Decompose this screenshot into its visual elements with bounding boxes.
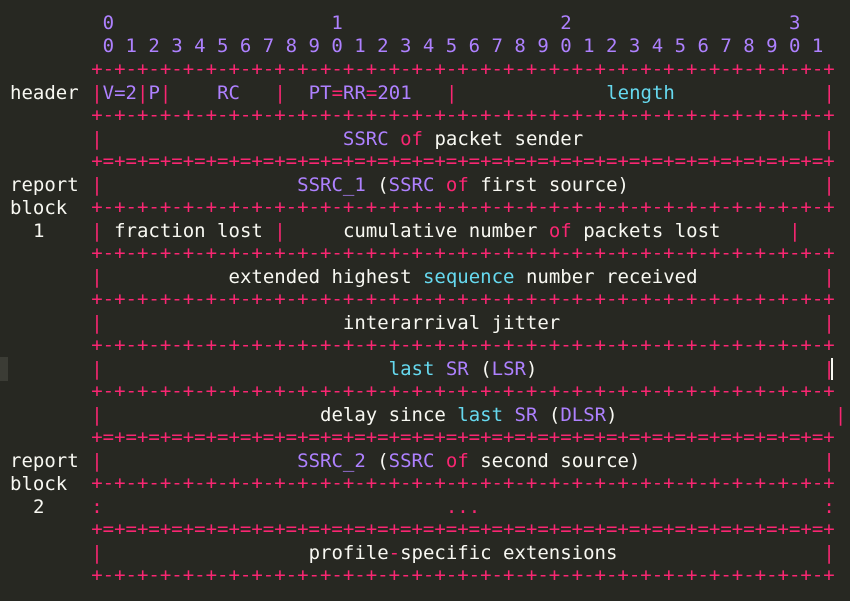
keyword-of: of: [445, 450, 469, 472]
bit-ruler-tens: 0 1 2 3: [34, 12, 801, 34]
field-interarrival-jitter: interarrival jitter: [342, 312, 561, 334]
row-extended-highest: | extended highest sequence number recei…: [91, 266, 835, 288]
field-extended-a: extended highest: [228, 266, 412, 288]
field-pt-value: 201: [377, 82, 412, 104]
field-second-source: second source): [480, 450, 641, 472]
field-length: length: [606, 82, 675, 104]
field-extended-b: number received: [525, 266, 698, 288]
field-version: V=2: [102, 82, 137, 104]
field-sr: SR: [445, 358, 469, 380]
row-ssrc1: | SSRC_1 (SSRC of first source) |: [91, 174, 835, 196]
border-line-double: +=+=+=+=+=+=+=+=+=+=+=+=+=+=+=+=+=+=+=+=…: [34, 150, 835, 172]
border-line-double: +=+=+=+=+=+=+=+=+=+=+=+=+=+=+=+=+=+=+=+=…: [34, 426, 835, 448]
row-header-fields: |V=2|P| RC | PT=RR=201 | length |: [91, 82, 835, 104]
row-last-sr: | last SR (LSR) |: [91, 358, 835, 380]
field-pt-eq: =: [331, 82, 344, 104]
row-delay-since: | delay since last SR (DLSR) |: [91, 404, 847, 426]
field-dlsr: DLSR: [560, 404, 607, 426]
border-line: +-+-+-+-+-+-+-+-+-+-+-+-+-+-+-+-+-+-+-+-…: [34, 334, 835, 356]
field-pt: PT: [308, 82, 332, 104]
row-profile-extensions: | profile-specific extensions |: [91, 542, 835, 564]
border-line-double: +=+=+=+=+=+=+=+=+=+=+=+=+=+=+=+=+=+=+=+=…: [34, 518, 835, 540]
keyword-sequence: sequence: [422, 266, 515, 288]
dash: -: [388, 542, 401, 564]
field-ssrc1-ssrc: SSRC: [388, 174, 435, 196]
paren: (: [548, 404, 561, 426]
field-profile: profile: [308, 542, 389, 564]
current-line-marker: [0, 357, 8, 381]
field-ssrc1: SSRC_1: [297, 174, 366, 196]
field-first-source: first source): [480, 174, 629, 196]
field-packet-sender: packet sender: [434, 128, 584, 150]
field-pt-rr: RR: [343, 82, 366, 104]
border-line: +-+-+-+-+-+-+-+-+-+-+-+-+-+-+-+-+-+-+-+-…: [34, 196, 835, 218]
border-line: +-+-+-+-+-+-+-+-+-+-+-+-+-+-+-+-+-+-+-+-…: [34, 472, 835, 494]
field-ssrc2-ssrc: SSRC: [388, 450, 435, 472]
field-delay-since: delay since: [320, 404, 446, 426]
field-sr: SR: [514, 404, 538, 426]
field-padding: P: [148, 82, 160, 104]
row-ssrc-sender: | SSRC of packet sender |: [91, 128, 835, 150]
keyword-last: last: [457, 404, 504, 426]
paren: (: [377, 174, 389, 196]
field-cumulative-a: cumulative number: [342, 220, 538, 242]
code-editor[interactable]: header report block 1 report block 2 0 1…: [0, 0, 850, 601]
field-cumulative-b: packets lost: [583, 220, 721, 242]
row-fraction-cumulative: | fraction lost | cumulative number of p…: [91, 220, 801, 242]
field-rc: RC: [217, 82, 240, 104]
keyword-of: of: [400, 128, 423, 150]
field-fraction-lost: fraction lost: [114, 220, 263, 242]
field-ssrc: SSRC: [342, 128, 389, 150]
border-line: +-+-+-+-+-+-+-+-+-+-+-+-+-+-+-+-+-+-+-+-…: [34, 104, 835, 126]
border-line: +-+-+-+-+-+-+-+-+-+-+-+-+-+-+-+-+-+-+-+-…: [34, 380, 835, 402]
border-line: +-+-+-+-+-+-+-+-+-+-+-+-+-+-+-+-+-+-+-+-…: [34, 242, 835, 264]
border-line: +-+-+-+-+-+-+-+-+-+-+-+-+-+-+-+-+-+-+-+-…: [34, 564, 835, 586]
row-ellipsis: : ... :: [91, 496, 835, 518]
ellipsis: ...: [445, 496, 481, 518]
bit-ruler-units: 0 1 2 3 4 5 6 7 8 9 0 1 2 3 4 5 6 7 8 9 …: [34, 35, 824, 57]
border-line: +-+-+-+-+-+-+-+-+-+-+-+-+-+-+-+-+-+-+-+-…: [34, 58, 835, 80]
row-ssrc2: | SSRC_2 (SSRC of second source) |: [91, 450, 835, 472]
keyword-of: of: [445, 174, 469, 196]
border-line: +-+-+-+-+-+-+-+-+-+-+-+-+-+-+-+-+-+-+-+-…: [34, 288, 835, 310]
paren: (: [377, 450, 389, 472]
row-jitter: | interarrival jitter |: [91, 312, 835, 334]
field-ssrc2: SSRC_2: [297, 450, 366, 472]
keyword-of: of: [548, 220, 572, 242]
text-caret: [831, 358, 833, 380]
field-pt-eq2: =: [365, 82, 378, 104]
field-specific-extensions: specific extensions: [400, 542, 618, 564]
paren: ): [606, 404, 618, 426]
field-lsr: LSR: [491, 358, 526, 380]
paren: ): [525, 358, 538, 380]
keyword-last: last: [388, 358, 435, 380]
paren: (: [480, 358, 492, 380]
